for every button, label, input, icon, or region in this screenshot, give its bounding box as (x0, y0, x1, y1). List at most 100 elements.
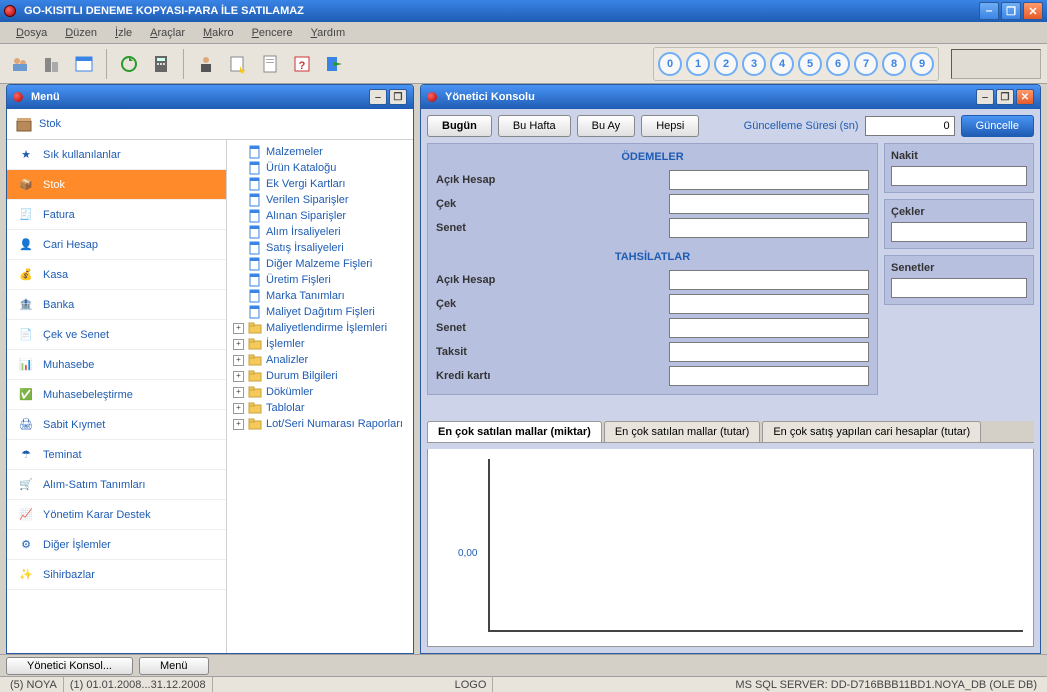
side-box-input-0[interactable] (891, 166, 1027, 186)
nav-item-14[interactable]: ✨Sihirbazlar (7, 560, 226, 590)
bottom-console-button[interactable]: Yönetici Konsol... (6, 657, 133, 675)
tree-item-9[interactable]: Marka Tanımları (229, 288, 411, 304)
tahsilat-input-0[interactable] (669, 270, 869, 290)
tb-building-icon[interactable] (38, 50, 66, 78)
tb-exit-icon[interactable] (320, 50, 348, 78)
tree-item-4[interactable]: Alınan Siparişler (229, 208, 411, 224)
update-interval-input[interactable] (865, 116, 955, 136)
nav-item-13[interactable]: ⚙Diğer İşlemler (7, 530, 226, 560)
nav-item-10[interactable]: ☂Teminat (7, 440, 226, 470)
tahsilat-input-2[interactable] (669, 318, 869, 338)
tb-users-icon[interactable] (6, 50, 34, 78)
tree-item-10[interactable]: Maliyet Dağıtım Fişleri (229, 304, 411, 320)
tab-tutar[interactable]: En çok satılan mallar (tutar) (604, 421, 761, 442)
tree-item-5[interactable]: Alım İrsaliyeleri (229, 224, 411, 240)
nav-item-9[interactable]: 🖨Sabit Kıymet (7, 410, 226, 440)
nav-item-6[interactable]: 📄Çek ve Senet (7, 320, 226, 350)
today-button[interactable]: Bugün (427, 115, 492, 137)
tab-miktar[interactable]: En çok satılan mallar (miktar) (427, 421, 602, 442)
num-4[interactable]: 4 (770, 52, 794, 76)
minimize-button[interactable]: ‒ (979, 2, 999, 20)
menu-pencere[interactable]: Pencere (244, 25, 301, 41)
tree-expand-12[interactable]: + (233, 339, 244, 350)
tab-cari[interactable]: En çok satış yapılan cari hesaplar (tuta… (762, 421, 981, 442)
nav-item-2[interactable]: 🧾Fatura (7, 200, 226, 230)
num-7[interactable]: 7 (854, 52, 878, 76)
nav-item-0[interactable]: ★Sık kullanılanlar (7, 140, 226, 170)
menu-makro[interactable]: Makro (195, 25, 242, 41)
tb-calendar-icon[interactable] (70, 50, 98, 78)
odeme-input-0[interactable] (669, 170, 869, 190)
tree-item-0[interactable]: Malzemeler (229, 144, 411, 160)
nav-label-14: Sihirbazlar (43, 569, 95, 581)
nav-item-12[interactable]: 📈Yönetim Karar Destek (7, 500, 226, 530)
nav-item-7[interactable]: 📊Muhasebe (7, 350, 226, 380)
tree-item-6[interactable]: Satış İrsaliyeleri (229, 240, 411, 256)
tree-expand-11[interactable]: + (233, 323, 244, 334)
tb-help-icon[interactable]: ? (288, 50, 316, 78)
tree-item-12[interactable]: +İşlemler (229, 336, 411, 352)
tree-item-11[interactable]: +Maliyetlendirme İşlemleri (229, 320, 411, 336)
num-0[interactable]: 0 (658, 52, 682, 76)
menu-dosya[interactable]: Dosya (8, 25, 55, 41)
update-button[interactable]: Güncelle (961, 115, 1034, 137)
nav-item-3[interactable]: 👤Cari Hesap (7, 230, 226, 260)
num-3[interactable]: 3 (742, 52, 766, 76)
tree-item-3[interactable]: Verilen Siparişler (229, 192, 411, 208)
nav-item-5[interactable]: 🏦Banka (7, 290, 226, 320)
tb-document-icon[interactable] (256, 50, 284, 78)
num-1[interactable]: 1 (686, 52, 710, 76)
side-box-input-1[interactable] (891, 222, 1027, 242)
menu-izle[interactable]: İzle (107, 25, 140, 41)
tahsilat-input-3[interactable] (669, 342, 869, 362)
console-minimize-button[interactable]: ‒ (976, 89, 994, 105)
tree-item-8[interactable]: Üretim Fişleri (229, 272, 411, 288)
tb-calculator-icon[interactable] (147, 50, 175, 78)
console-maximize-button[interactable]: ❐ (996, 89, 1014, 105)
tree-expand-17[interactable]: + (233, 419, 244, 430)
tahsilat-input-1[interactable] (669, 294, 869, 314)
num-9[interactable]: 9 (910, 52, 934, 76)
week-button[interactable]: Bu Hafta (498, 115, 571, 137)
odeme-input-2[interactable] (669, 218, 869, 238)
menu-araclar[interactable]: Araçlar (142, 25, 193, 41)
tree-item-13[interactable]: + Analizler (229, 352, 411, 368)
num-8[interactable]: 8 (882, 52, 906, 76)
side-box-input-2[interactable] (891, 278, 1027, 298)
menu-maximize-button[interactable]: ❐ (389, 89, 407, 105)
nav-item-11[interactable]: 🛒Alım-Satım Tanımları (7, 470, 226, 500)
console-close-button[interactable]: ✕ (1016, 89, 1034, 105)
odeme-input-1[interactable] (669, 194, 869, 214)
menu-duzen[interactable]: Düzen (57, 25, 105, 41)
nav-label-12: Yönetim Karar Destek (43, 509, 151, 521)
tree-item-17[interactable]: +Lot/Seri Numarası Raporları (229, 416, 411, 432)
month-button[interactable]: Bu Ay (577, 115, 636, 137)
nav-item-4[interactable]: 💰Kasa (7, 260, 226, 290)
tb-person-icon[interactable] (192, 50, 220, 78)
menu-minimize-button[interactable]: ‒ (369, 89, 387, 105)
nav-item-1[interactable]: 📦Stok (7, 170, 226, 200)
tree-expand-15[interactable]: + (233, 387, 244, 398)
tree-label-13: Analizler (266, 354, 308, 366)
maximize-button[interactable]: ❐ (1001, 2, 1021, 20)
nav-item-8[interactable]: ✅Muhasebeleştirme (7, 380, 226, 410)
num-5[interactable]: 5 (798, 52, 822, 76)
tree-item-14[interactable]: +Durum Bilgileri (229, 368, 411, 384)
num-2[interactable]: 2 (714, 52, 738, 76)
bottom-menu-button[interactable]: Menü (139, 657, 209, 675)
tree-expand-13[interactable]: + (233, 355, 244, 366)
tree-item-16[interactable]: +Tablolar (229, 400, 411, 416)
tb-refresh-icon[interactable] (115, 50, 143, 78)
tahsilat-input-4[interactable] (669, 366, 869, 386)
num-6[interactable]: 6 (826, 52, 850, 76)
tree-expand-16[interactable]: + (233, 403, 244, 414)
tree-item-15[interactable]: +Dökümler (229, 384, 411, 400)
tree-item-1[interactable]: Ürün Kataloğu (229, 160, 411, 176)
tree-expand-14[interactable]: + (233, 371, 244, 382)
close-button[interactable]: ✕ (1023, 2, 1043, 20)
tb-favorite-list-icon[interactable] (224, 50, 252, 78)
menu-yardim[interactable]: Yardım (303, 25, 354, 41)
tree-item-7[interactable]: Diğer Malzeme Fişleri (229, 256, 411, 272)
all-button[interactable]: Hepsi (641, 115, 699, 137)
tree-item-2[interactable]: Ek Vergi Kartları (229, 176, 411, 192)
